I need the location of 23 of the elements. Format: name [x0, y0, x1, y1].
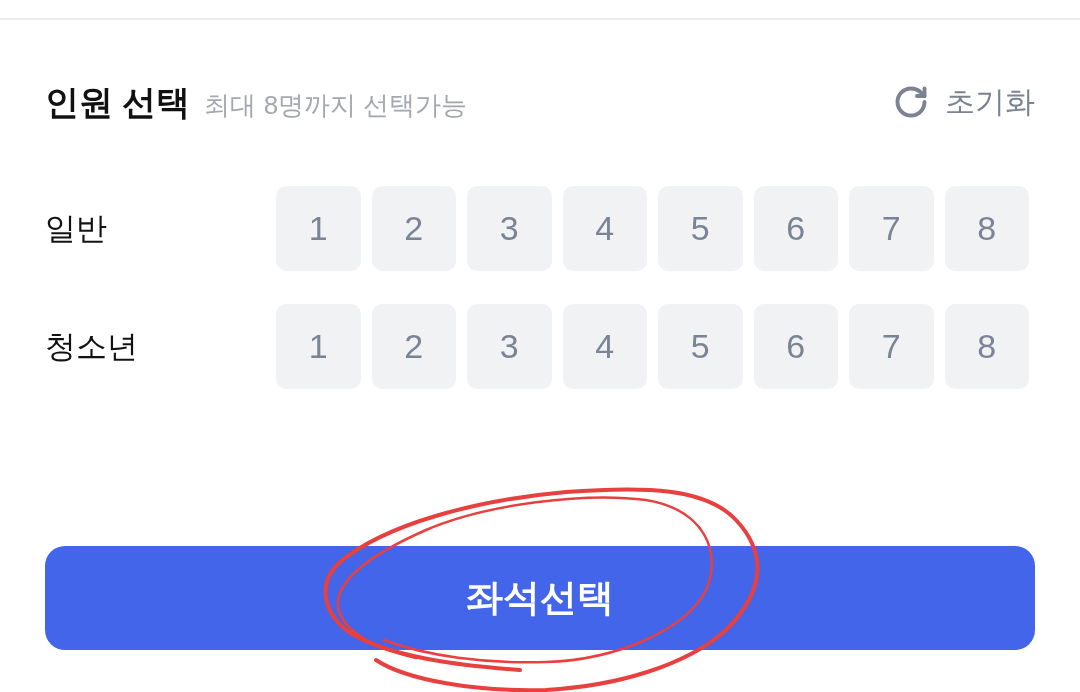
count-option[interactable]: 2 — [371, 186, 456, 271]
count-option[interactable]: 7 — [849, 186, 934, 271]
count-option[interactable]: 7 — [849, 304, 934, 389]
section-title: 인원 선택 — [45, 85, 191, 119]
count-option[interactable]: 4 — [562, 186, 647, 271]
reset-button[interactable]: 초기화 — [893, 84, 1035, 120]
ticket-type-label: 일반 — [45, 213, 108, 244]
count-option[interactable]: 1 — [276, 304, 361, 389]
seat-select-button[interactable]: 좌석선택 — [45, 546, 1035, 650]
count-option[interactable]: 4 — [562, 304, 647, 389]
count-option[interactable]: 2 — [371, 304, 456, 389]
count-option[interactable]: 1 — [276, 186, 361, 271]
section-subtitle: 최대 8명까지 선택가능 — [204, 92, 468, 118]
count-option[interactable]: 6 — [753, 186, 838, 271]
count-option[interactable]: 6 — [753, 304, 838, 389]
ticket-type-label: 청소년 — [45, 331, 139, 362]
count-option[interactable]: 3 — [467, 304, 552, 389]
refresh-icon — [893, 84, 929, 120]
count-option[interactable]: 3 — [467, 186, 552, 271]
count-option[interactable]: 5 — [658, 186, 743, 271]
count-option[interactable]: 8 — [944, 304, 1029, 389]
count-option[interactable]: 8 — [944, 186, 1029, 271]
count-option[interactable]: 5 — [658, 304, 743, 389]
